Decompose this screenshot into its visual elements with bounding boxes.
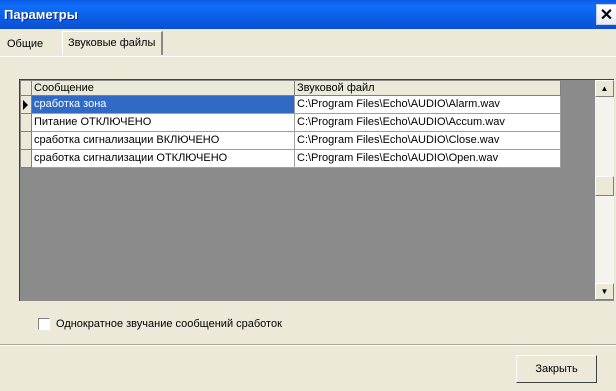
row-indicator[interactable] [21,132,32,150]
single-play-checkbox-label[interactable]: Однократное звучание сообщений сработок [56,318,282,331]
tab-strip: Общие Звуковые файлы [0,29,616,57]
column-header-sound-file[interactable]: Звуковой файл [295,81,561,96]
cell-message[interactable]: сработка зона [32,96,295,114]
corner-header-cell [21,81,32,96]
sound-files-grid[interactable]: Сообщение Звуковой файл сработка зона C:… [19,79,614,301]
window-title: Параметры [4,7,78,22]
cell-sound-file[interactable]: C:\Program Files\Echo\AUDIO\Accum.wav [295,114,561,132]
close-icon[interactable]: ✕ [596,4,616,25]
row-indicator[interactable] [21,150,32,168]
row-indicator[interactable] [21,114,32,132]
title-bar[interactable]: Параметры ✕ [0,0,616,29]
grid-body: Сообщение Звуковой файл сработка зона C:… [20,80,596,300]
cell-sound-file[interactable]: C:\Program Files\Echo\AUDIO\Close.wav [295,132,561,150]
row-indicator[interactable] [21,96,32,114]
cell-message[interactable]: сработка сигнализации ОТКЛЮЧЕНО [32,150,295,168]
scroll-thumb[interactable] [595,176,614,196]
tab-divider [0,56,616,57]
close-button[interactable]: Закрыть [516,355,597,383]
column-header-message[interactable]: Сообщение [32,81,295,96]
tab-general[interactable]: Общие [3,34,47,54]
cell-sound-file[interactable]: C:\Program Files\Echo\AUDIO\Alarm.wav [295,96,561,114]
cell-message[interactable]: сработка сигнализации ВКЛЮЧЕНО [32,132,295,150]
tab-sound-files[interactable]: Звуковые файлы [62,31,164,55]
footer-divider [0,344,616,346]
single-play-checkbox[interactable] [38,318,50,330]
cell-sound-file[interactable]: C:\Program Files\Echo\AUDIO\Open.wav [295,150,561,168]
scroll-down-icon[interactable]: ▼ [595,283,614,300]
scroll-up-icon[interactable]: ▲ [595,80,614,97]
vertical-scrollbar[interactable]: ▲ ▼ [595,80,614,300]
cell-message[interactable]: Питание ОТКЛЮЧЕНО [32,114,295,132]
current-row-arrow-icon [23,100,28,110]
